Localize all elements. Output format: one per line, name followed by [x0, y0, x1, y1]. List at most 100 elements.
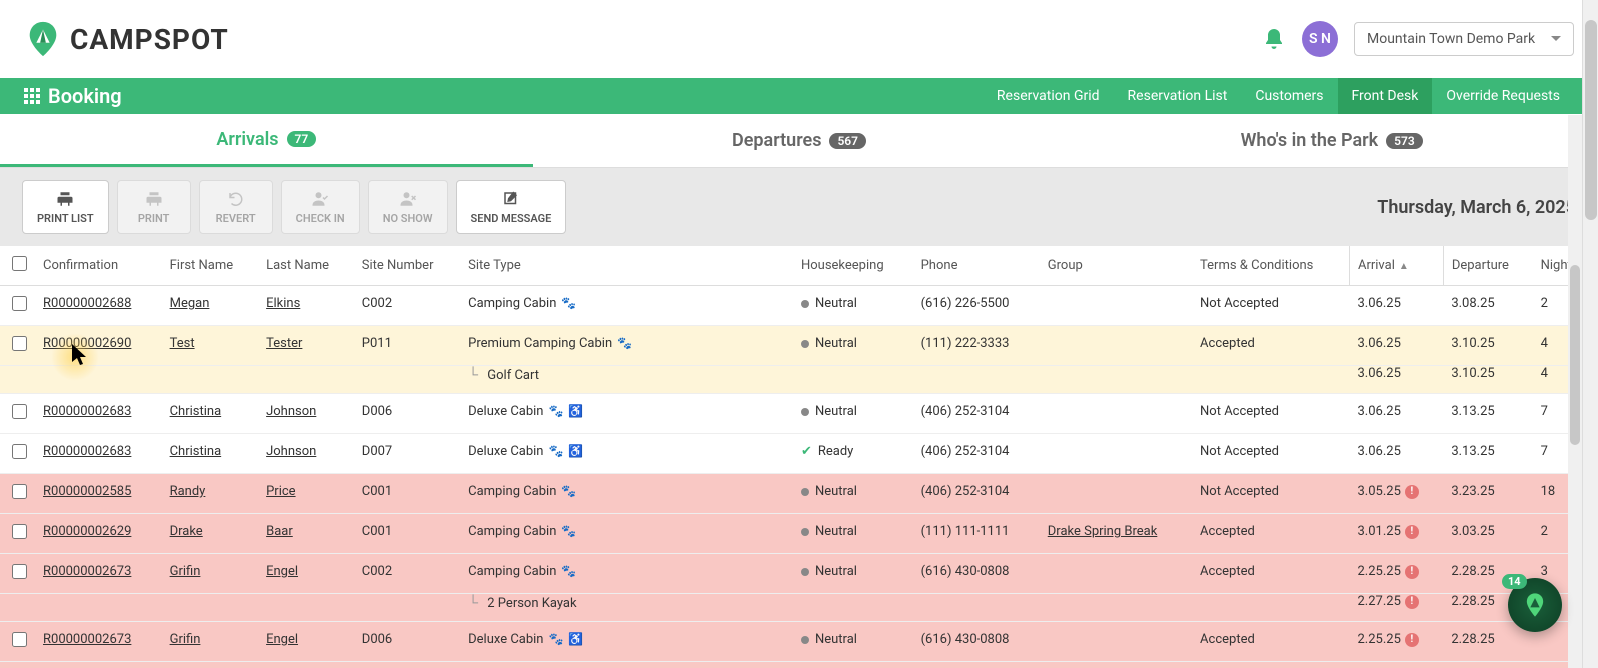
site-number: C001 — [354, 514, 460, 554]
confirmation-link[interactable]: R00000002673 — [43, 564, 131, 579]
first-name-link[interactable]: Christina — [170, 444, 222, 459]
table-row[interactable]: R00000002688MeganElkinsC002Camping Cabin… — [0, 286, 1598, 326]
group — [1040, 326, 1192, 366]
col-phone[interactable]: Phone — [913, 246, 1040, 286]
group — [1040, 474, 1192, 514]
arrival-date: 2.25.25! — [1349, 554, 1443, 594]
confirmation-link[interactable]: R00000002688 — [43, 296, 131, 311]
site-type: Camping Cabin 🐾 — [460, 474, 793, 514]
col-site-type[interactable]: Site Type — [460, 246, 793, 286]
table-row[interactable]: R00000002666JoeSmith056Pull Thru - 50/30… — [0, 662, 1598, 668]
check-in-button[interactable]: CHECK IN — [281, 180, 360, 234]
row-checkbox[interactable] — [12, 524, 27, 539]
col-site-number[interactable]: Site Number — [354, 246, 460, 286]
last-name-link[interactable]: Johnson — [266, 444, 316, 459]
tabs: Arrivals 77 Departures 567 Who's in the … — [0, 114, 1598, 168]
park-selector[interactable]: Mountain Town Demo Park — [1354, 22, 1574, 56]
col-last-name[interactable]: Last Name — [258, 246, 354, 286]
addon-row: └ 2 Person Kayak2.27.25!2.28.251 — [0, 594, 1598, 622]
housekeeping-status: Neutral — [793, 622, 913, 662]
housekeeping-status: Neutral — [793, 394, 913, 434]
table-row[interactable]: R00000002683ChristinaJohnsonD006Deluxe C… — [0, 394, 1598, 434]
col-confirmation[interactable]: Confirmation — [35, 246, 162, 286]
btn-label: PRINT — [138, 212, 170, 225]
confirmation-link[interactable]: R00000002683 — [43, 404, 131, 419]
last-name-link[interactable]: Johnson — [266, 404, 316, 419]
housekeeping-status: ✔Ready — [793, 434, 913, 474]
row-checkbox[interactable] — [12, 296, 27, 311]
confirmation-link[interactable]: R00000002683 — [43, 444, 131, 459]
confirmation-link[interactable]: R00000002690 — [43, 336, 131, 351]
table-row[interactable]: R00000002683ChristinaJohnsonD007Deluxe C… — [0, 434, 1598, 474]
compose-icon — [502, 190, 520, 208]
app-grid-icon[interactable] — [24, 88, 40, 104]
site-type: Deluxe Cabin 🐾 ♿ — [460, 622, 793, 662]
row-checkbox[interactable] — [12, 444, 27, 459]
nav-reservation-grid[interactable]: Reservation Grid — [983, 78, 1114, 114]
chat-fab[interactable]: 14 — [1508, 578, 1562, 632]
no-show-button[interactable]: NO SHOW — [368, 180, 448, 234]
table-row[interactable]: R00000002673GrifinEngelC002Camping Cabin… — [0, 554, 1598, 594]
revert-button[interactable]: REVERT — [199, 180, 273, 234]
branch-icon: └ — [468, 595, 478, 611]
row-checkbox[interactable] — [12, 336, 27, 351]
inner-scrollbar[interactable] — [1568, 115, 1582, 668]
select-all-checkbox[interactable] — [12, 256, 27, 271]
last-name-link[interactable]: Engel — [266, 632, 298, 647]
table-row[interactable]: R00000002673GrifinEngelD006Deluxe Cabin … — [0, 622, 1598, 662]
confirmation-link[interactable]: R00000002629 — [43, 524, 131, 539]
first-name-link[interactable]: Randy — [170, 484, 206, 499]
print-list-button[interactable]: PRINT LIST — [22, 180, 109, 234]
nav-reservation-list[interactable]: Reservation List — [1114, 78, 1242, 114]
notifications-bell-icon[interactable] — [1262, 27, 1286, 51]
logo-text: CAMPSPOT — [70, 23, 229, 56]
row-checkbox[interactable] — [12, 632, 27, 647]
nav-left: Booking — [24, 84, 122, 108]
table-row[interactable]: R00000002585RandyPriceC001Camping Cabin … — [0, 474, 1598, 514]
alert-icon: ! — [1405, 485, 1419, 499]
send-message-button[interactable]: SEND MESSAGE — [456, 180, 567, 234]
addon-label: └ 2 Person Kayak — [460, 594, 793, 622]
confirmation-link[interactable]: R00000002673 — [43, 632, 131, 647]
outer-scrollbar[interactable] — [1582, 0, 1598, 668]
row-checkbox[interactable] — [12, 564, 27, 579]
nav-title: Booking — [48, 84, 122, 108]
table-row[interactable]: R00000002629DrakeBaarC001Camping Cabin 🐾… — [0, 514, 1598, 554]
col-arrival[interactable]: Arrival▲ — [1349, 246, 1443, 286]
alert-icon: ! — [1405, 565, 1419, 579]
last-name-link[interactable]: Baar — [266, 524, 293, 539]
tab-departures[interactable]: Departures 567 — [533, 114, 1066, 167]
last-name-link[interactable]: Tester — [266, 336, 302, 351]
last-name-link[interactable]: Engel — [266, 564, 298, 579]
first-name-link[interactable]: Grifin — [170, 632, 201, 647]
nav-customers[interactable]: Customers — [1241, 78, 1337, 114]
table-row[interactable]: R00000002690TestTesterP011Premium Campin… — [0, 326, 1598, 366]
nav-override-requests[interactable]: Override Requests — [1432, 78, 1574, 114]
addon-arrival: 3.06.25 — [1349, 366, 1443, 394]
nav-front-desk[interactable]: Front Desk — [1338, 78, 1433, 114]
tab-arrivals[interactable]: Arrivals 77 — [0, 114, 533, 167]
col-departure[interactable]: Departure — [1443, 246, 1532, 286]
phone: (616) 430-0808 — [913, 622, 1040, 662]
nav-links: Reservation Grid Reservation List Custom… — [983, 78, 1574, 114]
print-button[interactable]: PRINT — [117, 180, 191, 234]
first-name-link[interactable]: Drake — [170, 524, 203, 539]
col-first-name[interactable]: First Name — [162, 246, 259, 286]
neutral-dot-icon — [801, 568, 809, 576]
col-terms[interactable]: Terms & Conditions — [1192, 246, 1349, 286]
first-name-link[interactable]: Test — [170, 336, 195, 351]
person-check-icon — [311, 190, 329, 208]
tab-whos-in-park[interactable]: Who's in the Park 573 — [1065, 114, 1598, 167]
col-group[interactable]: Group — [1040, 246, 1192, 286]
first-name-link[interactable]: Christina — [170, 404, 222, 419]
first-name-link[interactable]: Grifin — [170, 564, 201, 579]
row-checkbox[interactable] — [12, 484, 27, 499]
first-name-link[interactable]: Megan — [170, 296, 210, 311]
row-checkbox[interactable] — [12, 404, 27, 419]
last-name-link[interactable]: Elkins — [266, 296, 300, 311]
user-avatar[interactable]: S N — [1302, 21, 1338, 57]
confirmation-link[interactable]: R00000002585 — [43, 484, 131, 499]
col-housekeeping[interactable]: Housekeeping — [793, 246, 913, 286]
group-link[interactable]: Drake Spring Break — [1048, 524, 1158, 539]
last-name-link[interactable]: Price — [266, 484, 295, 499]
